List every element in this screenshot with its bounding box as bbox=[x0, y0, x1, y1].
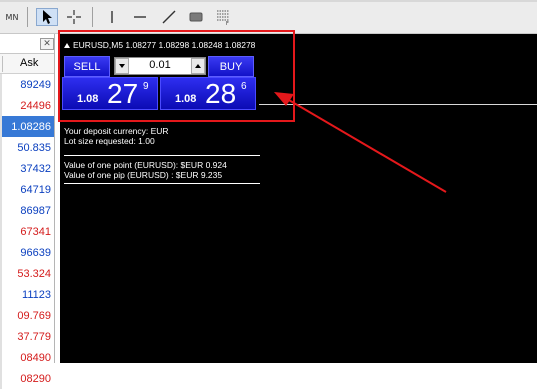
row-left-strip bbox=[0, 200, 2, 221]
market-watch-row[interactable]: 67341 bbox=[0, 221, 54, 242]
row-left-strip bbox=[0, 179, 2, 200]
ask-price: 1.08286 bbox=[11, 120, 51, 133]
market-watch-row[interactable]: 24496 bbox=[0, 95, 54, 116]
horizontal-line-button[interactable] bbox=[129, 8, 151, 26]
market-watch-row[interactable]: 08490 bbox=[0, 347, 54, 368]
market-watch-row[interactable]: 50.835 bbox=[0, 137, 54, 158]
vertical-line-button[interactable] bbox=[101, 8, 123, 26]
rectangle-button[interactable] bbox=[185, 8, 207, 26]
crosshair-tool-button[interactable] bbox=[63, 8, 85, 26]
row-left-strip bbox=[0, 263, 2, 284]
row-left-strip bbox=[0, 137, 2, 158]
highlight-box bbox=[58, 30, 295, 122]
row-left-strip bbox=[0, 305, 2, 326]
row-left-strip bbox=[0, 158, 2, 179]
row-left-strip bbox=[0, 368, 2, 389]
ask-price: 67341 bbox=[20, 225, 51, 238]
fibonacci-button[interactable]: F bbox=[212, 8, 234, 26]
row-left-strip bbox=[0, 116, 2, 137]
column-divider[interactable] bbox=[2, 56, 3, 72]
row-left-strip bbox=[0, 326, 2, 347]
ask-price: 53.324 bbox=[17, 267, 51, 280]
close-icon[interactable]: ✕ bbox=[40, 37, 54, 50]
market-watch-columns: Ask bbox=[0, 54, 54, 74]
market-watch-row[interactable]: 53.324 bbox=[0, 263, 54, 284]
ask-price: 96639 bbox=[20, 246, 51, 259]
market-watch-row[interactable]: 89249 bbox=[0, 74, 54, 95]
toolbar-separator bbox=[27, 7, 28, 27]
market-watch-row[interactable]: 1.08286 bbox=[0, 116, 54, 137]
row-left-strip bbox=[0, 74, 2, 95]
toolbar-top-edge bbox=[0, 0, 537, 2]
market-watch-row[interactable]: 09.769 bbox=[0, 305, 54, 326]
ask-price: 50.835 bbox=[17, 141, 51, 154]
pip-value-output: Value of one point (EURUSD): $EUR 0.924 … bbox=[64, 160, 227, 180]
market-watch-row[interactable]: 96639 bbox=[0, 242, 54, 263]
ask-column-header[interactable]: Ask bbox=[20, 57, 38, 69]
trend-line-button[interactable] bbox=[158, 8, 180, 26]
row-left-strip bbox=[0, 347, 2, 368]
horizontal-line-icon bbox=[134, 16, 146, 18]
cursor-tool-button[interactable] bbox=[36, 8, 58, 26]
lot-size-text: Lot size requested: 1.00 bbox=[64, 136, 155, 146]
divider-line bbox=[64, 155, 260, 156]
ask-price: 37.779 bbox=[17, 330, 51, 343]
market-watch-rows: 89249 24496 1.08286 50.835 37432 64719 86987 67… bbox=[0, 74, 54, 389]
market-watch-row[interactable]: 11123 bbox=[0, 284, 54, 305]
ask-price: 24496 bbox=[20, 99, 51, 112]
timeframe-mn-button[interactable]: MN bbox=[3, 8, 21, 26]
market-watch-panel: ✕ Ask 89249 24496 1.08286 50.835 37432 64719 8… bbox=[0, 34, 55, 389]
deposit-currency-text: Your deposit currency: EUR bbox=[64, 126, 169, 136]
annotation-arrow-icon bbox=[274, 92, 447, 193]
market-watch-header: ✕ bbox=[0, 34, 54, 54]
toolbar-separator bbox=[92, 7, 93, 27]
market-watch-row[interactable]: 64719 bbox=[0, 179, 54, 200]
ask-price: 09.769 bbox=[17, 309, 51, 322]
rectangle-icon bbox=[189, 12, 203, 22]
chart-toolbar: MN F bbox=[0, 0, 537, 34]
ask-price: 08290 bbox=[20, 372, 51, 385]
svg-text:F: F bbox=[226, 21, 229, 26]
indicator-output: Your deposit currency: EUR Lot size requ… bbox=[64, 126, 169, 146]
cursor-icon bbox=[43, 10, 52, 24]
ask-price: 89249 bbox=[20, 78, 51, 91]
market-watch-row[interactable]: 37.779 bbox=[0, 326, 54, 347]
pip-value-text: Value of one pip (EURUSD) : $EUR 9.235 bbox=[64, 170, 223, 180]
ask-price: 86987 bbox=[20, 204, 51, 217]
ask-price: 37432 bbox=[20, 162, 51, 175]
vertical-line-icon bbox=[111, 11, 113, 23]
market-watch-row[interactable]: 37432 bbox=[0, 158, 54, 179]
market-watch-row[interactable]: 86987 bbox=[0, 200, 54, 221]
ask-price: 11123 bbox=[22, 288, 51, 301]
row-left-strip bbox=[0, 284, 2, 305]
point-value-text: Value of one point (EURUSD): $EUR 0.924 bbox=[64, 160, 227, 170]
row-left-strip bbox=[0, 221, 2, 242]
row-left-strip bbox=[0, 95, 2, 116]
ask-price: 64719 bbox=[20, 183, 51, 196]
market-watch-row[interactable]: 08290 bbox=[0, 368, 54, 389]
fibonacci-icon: F bbox=[217, 10, 229, 26]
ask-price: 08490 bbox=[20, 351, 51, 364]
row-left-strip bbox=[0, 242, 2, 263]
trend-line-icon bbox=[162, 10, 176, 24]
crosshair-icon bbox=[67, 10, 81, 24]
divider-line bbox=[64, 183, 260, 184]
